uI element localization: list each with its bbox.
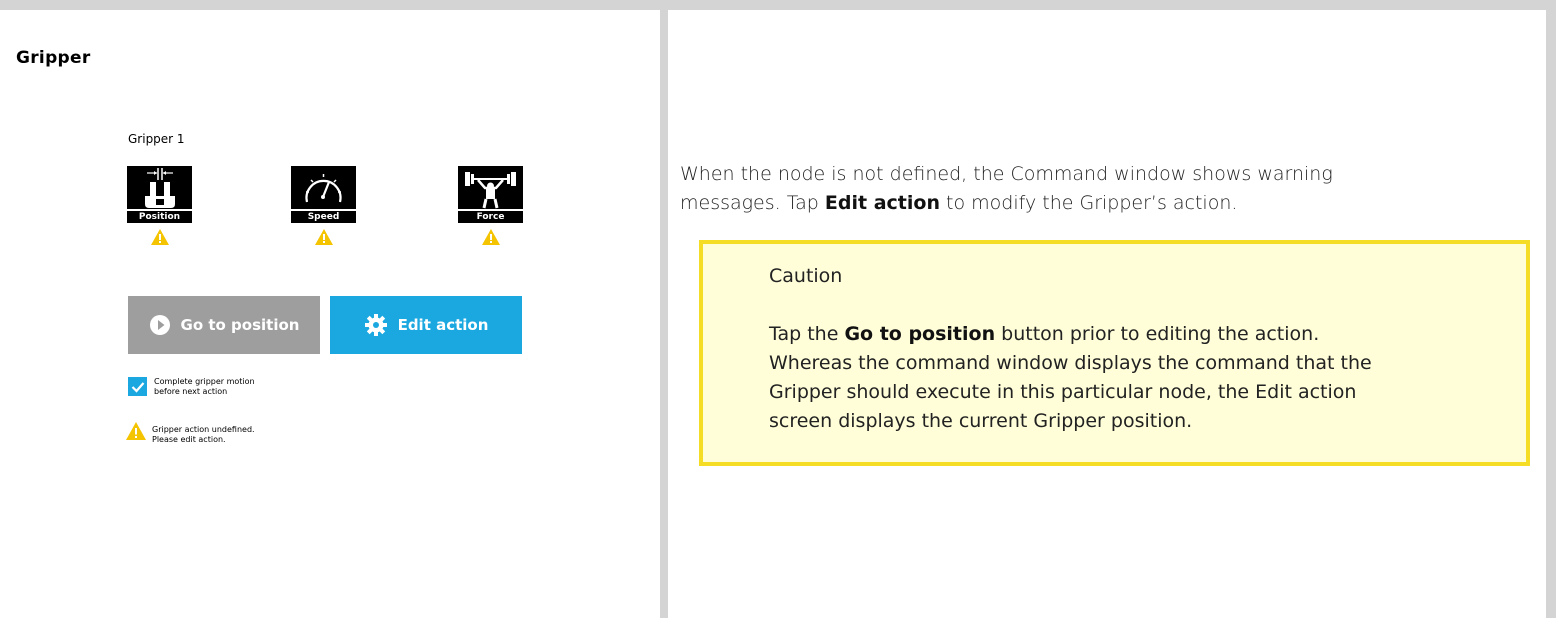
description-line2: messages. Tap Edit action to modify the … xyxy=(680,189,1500,218)
complete-motion-option: Complete gripper motion before next acti… xyxy=(128,377,304,397)
caution-box: Caution Tap the Go to position button pr… xyxy=(699,240,1530,466)
param-force[interactable]: Force xyxy=(458,166,523,245)
checkbox-label: Complete gripper motion before next acti… xyxy=(154,377,304,397)
weightlifter-icon xyxy=(458,166,523,209)
checkbox-label-line1: Complete gripper motion xyxy=(154,377,255,386)
param-position[interactable]: Position xyxy=(127,166,192,245)
description-line1: When the node is not defined, the Comman… xyxy=(680,163,1333,185)
param-speed[interactable]: Speed xyxy=(291,166,356,245)
param-label: Force xyxy=(458,209,523,223)
checkmark-icon xyxy=(131,381,144,393)
warning-text: Gripper action undefined. Please edit ac… xyxy=(152,425,255,445)
warning-line2: Please edit action. xyxy=(152,435,226,444)
caution-text-segment: button prior to editing the action. xyxy=(995,323,1320,345)
speedometer-icon xyxy=(291,166,356,209)
undefined-action-warning: Gripper action undefined. Please edit ac… xyxy=(126,422,255,445)
gripper-name: Gripper 1 xyxy=(128,132,185,146)
gear-icon xyxy=(364,313,388,337)
caution-line1: Tap the Go to position button prior to e… xyxy=(769,320,1489,349)
edit-action-reference: Edit action xyxy=(824,192,940,214)
warning-icon xyxy=(314,229,333,245)
panel-divider xyxy=(660,0,668,618)
gripper-position-icon xyxy=(127,166,192,209)
complete-motion-checkbox[interactable] xyxy=(128,377,147,396)
warning-line1: Gripper action undefined. xyxy=(152,425,255,434)
play-circle-icon xyxy=(149,314,171,336)
caution-line2: Whereas the command window displays the … xyxy=(769,352,1372,374)
right-border xyxy=(1546,0,1556,618)
go-to-position-reference: Go to position xyxy=(844,323,996,345)
go-to-position-label: Go to position xyxy=(180,316,300,334)
description-text-segment: to modify the Gripper’s action. xyxy=(939,192,1238,214)
caution-title: Caution xyxy=(769,265,843,287)
edit-action-button[interactable]: Edit action xyxy=(330,296,522,354)
caution-line4: screen displays the current Gripper posi… xyxy=(769,410,1193,432)
param-label: Position xyxy=(127,209,192,223)
go-to-position-button[interactable]: Go to position xyxy=(128,296,320,354)
warning-icon xyxy=(150,229,169,245)
description-text-segment: messages. Tap xyxy=(680,192,825,214)
top-border xyxy=(0,0,1556,10)
caution-text-segment: Tap the xyxy=(769,323,845,345)
warning-icon xyxy=(126,422,146,444)
warning-icon xyxy=(481,229,500,245)
param-label: Speed xyxy=(291,209,356,223)
panel-title: Gripper xyxy=(16,48,91,68)
caution-line3: Gripper should execute in this particula… xyxy=(769,381,1357,403)
caution-body: Tap the Go to position button prior to e… xyxy=(769,320,1489,436)
edit-action-label: Edit action xyxy=(397,316,489,334)
checkbox-label-line2: before next action xyxy=(154,387,228,396)
description-text: When the node is not defined, the Comman… xyxy=(680,160,1500,218)
